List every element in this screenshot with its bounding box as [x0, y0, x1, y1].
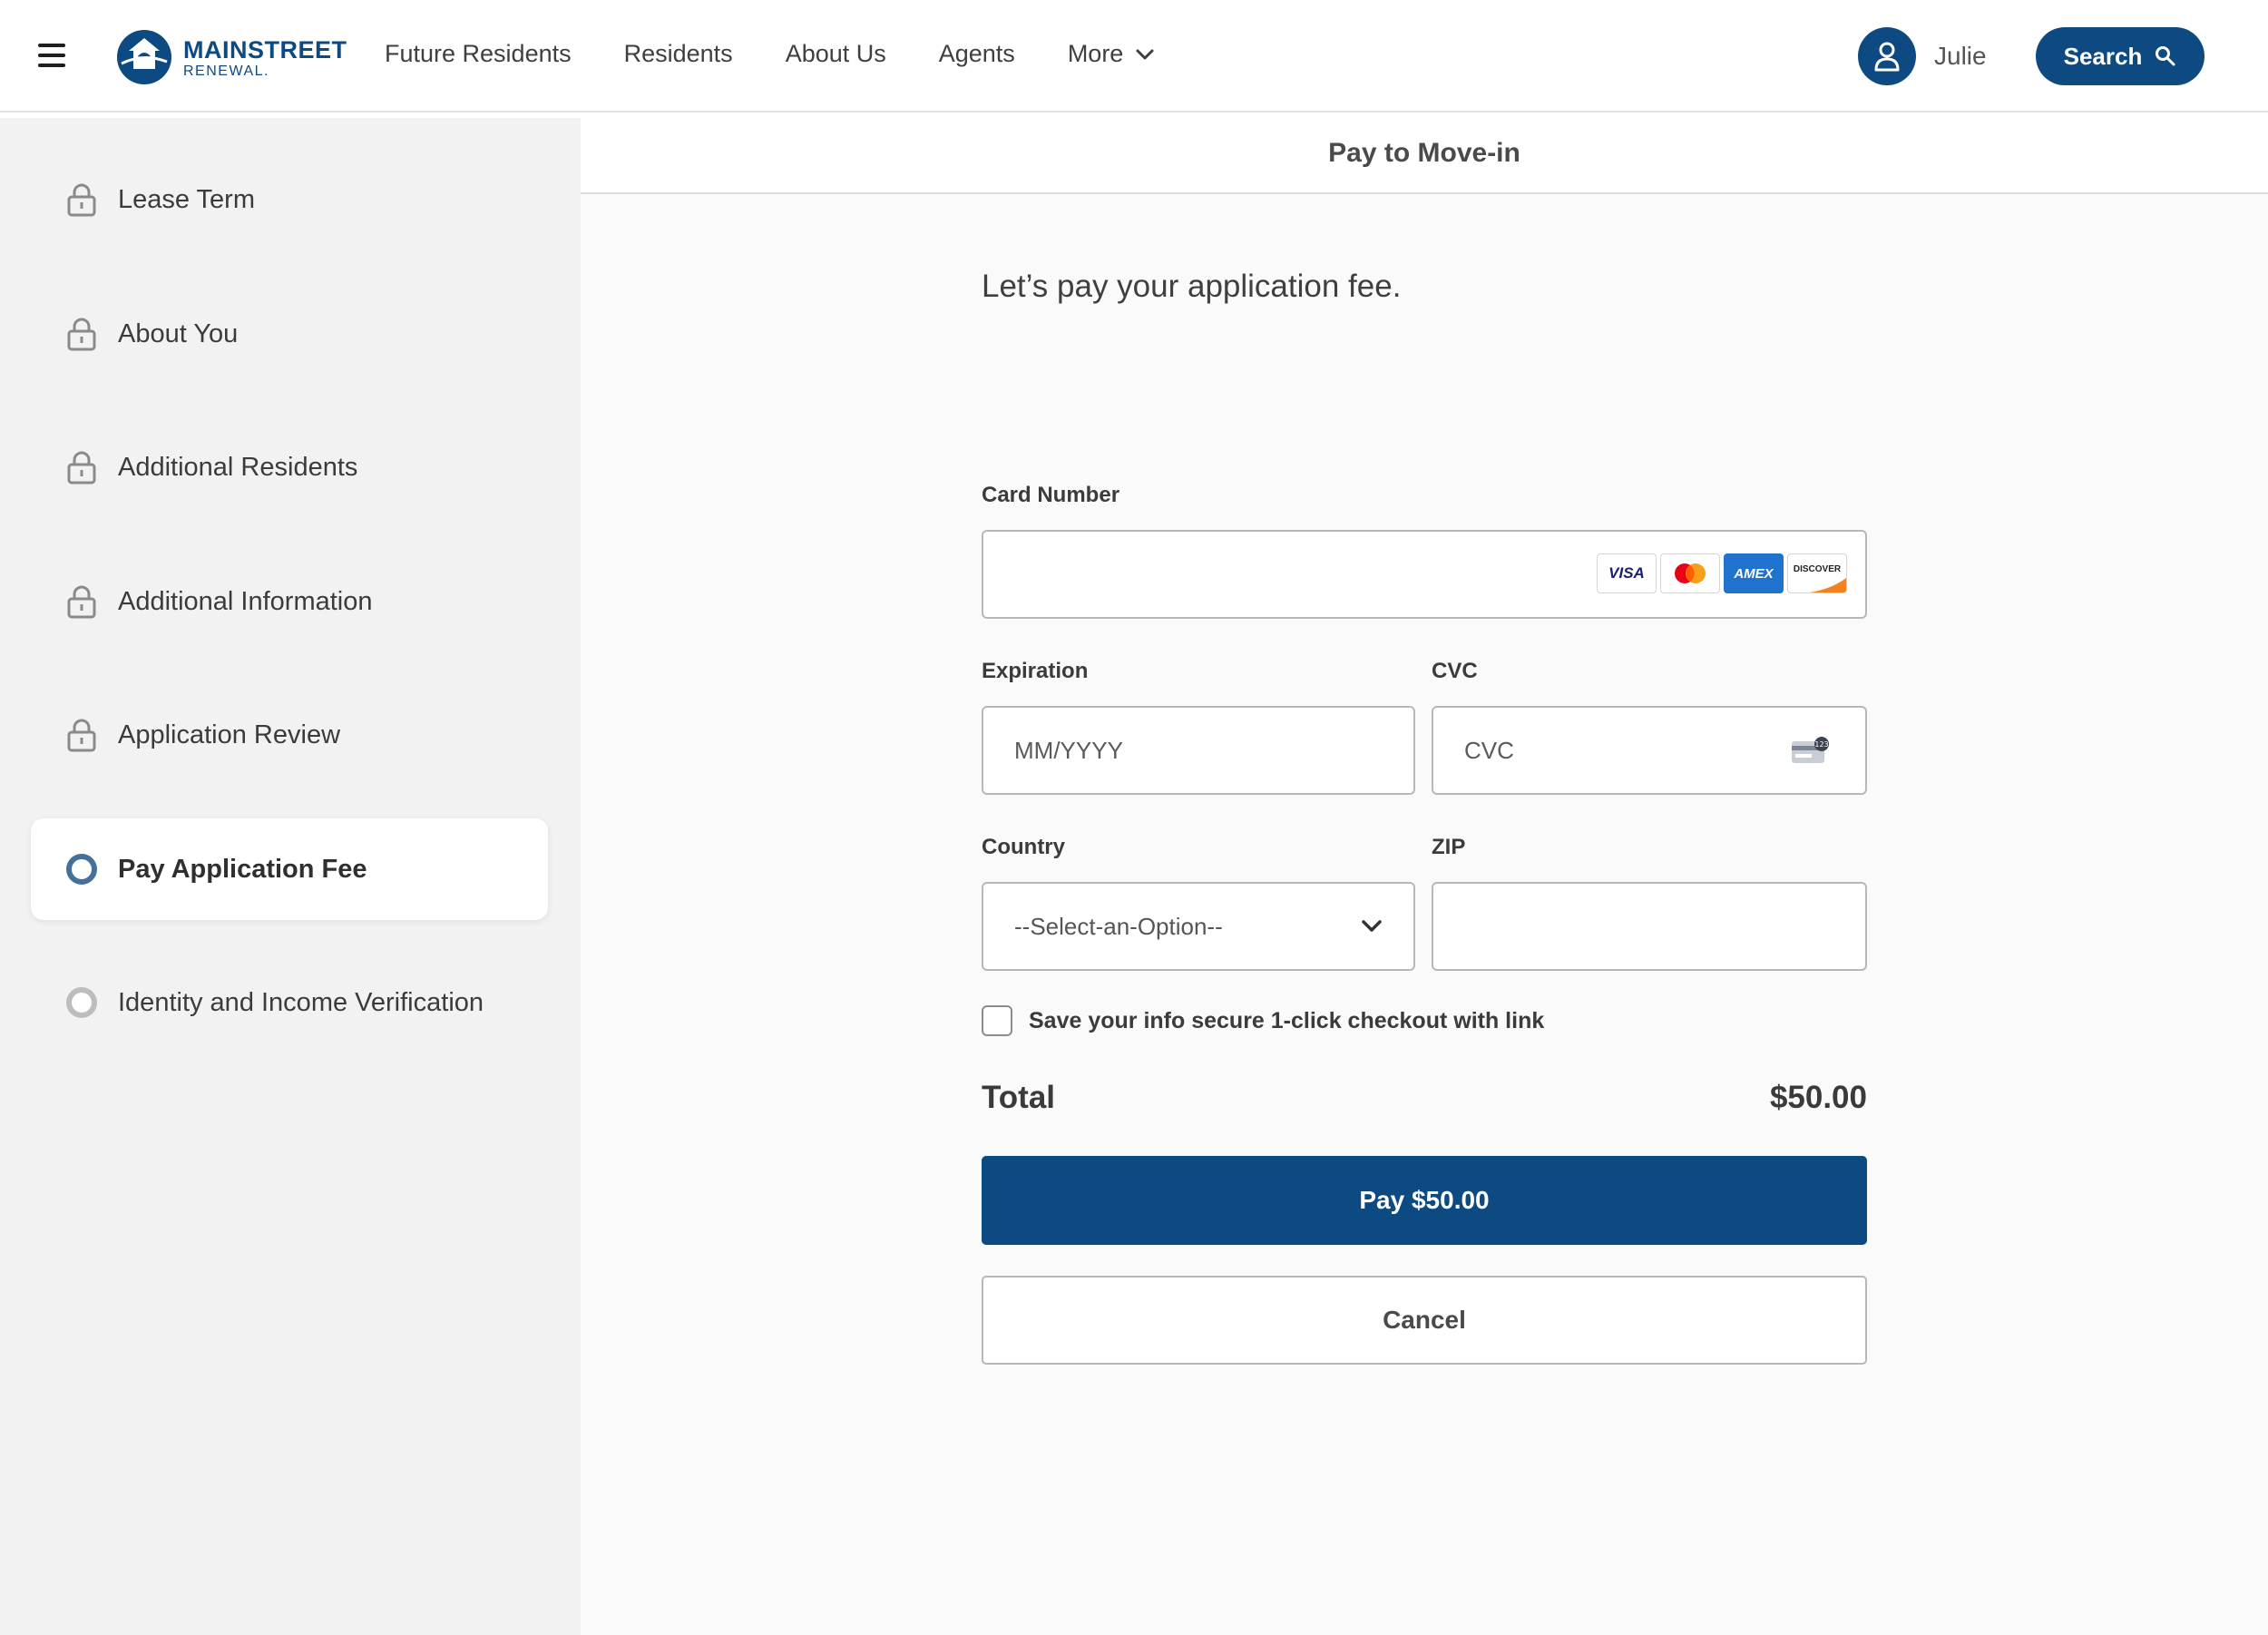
cvc-card-icon: 123	[1792, 737, 1829, 763]
logo-mark-icon	[117, 30, 171, 84]
step-label: Additional Residents	[118, 452, 358, 482]
card-number-label: Card Number	[982, 483, 1120, 507]
step-label: Lease Term	[118, 184, 255, 214]
discover-icon: DISCOVER	[1787, 553, 1847, 593]
step-additional-residents[interactable]: Additional Residents	[31, 416, 548, 518]
step-label: Application Review	[118, 720, 341, 749]
page-title: Pay to Move-in	[1328, 138, 1520, 168]
country-select-value: --Select-an-Option--	[1014, 912, 1223, 940]
page-header: Pay to Move-in	[581, 114, 2268, 194]
lock-icon	[65, 719, 98, 752]
expiration-label: Expiration	[982, 659, 1089, 683]
amex-icon: AMEX	[1724, 553, 1784, 593]
zip-label: ZIP	[1432, 835, 1466, 859]
user-name: Julie	[1934, 42, 1987, 70]
lock-icon	[65, 183, 98, 217]
nav-future-residents[interactable]: Future Residents	[385, 40, 572, 68]
svg-text:123: 123	[1814, 740, 1828, 749]
step-label: Additional Information	[118, 586, 373, 616]
user-account[interactable]: Julie	[1858, 27, 1987, 85]
nav-more-label: More	[1067, 40, 1124, 67]
step-label: About You	[118, 318, 239, 348]
step-pay-application-fee[interactable]: Pay Application Fee	[31, 818, 548, 920]
card-brand-logos: VISA AMEX DISCOVER	[1593, 553, 1847, 593]
zip-input[interactable]	[1432, 882, 1867, 971]
user-avatar	[1858, 27, 1916, 85]
pending-step-ring-icon	[65, 986, 98, 1019]
lock-icon	[65, 451, 98, 485]
application-steps-sidebar: Lease Term About You Additional Resident…	[0, 118, 581, 1635]
save-info-label: Save your info secure 1-click checkout w…	[1029, 1008, 1545, 1033]
search-icon	[2156, 46, 2175, 66]
pay-button[interactable]: Pay $50.00	[982, 1156, 1867, 1245]
visa-icon: VISA	[1597, 553, 1657, 593]
main-content: Pay to Move-in Let’s pay your applicatio…	[581, 114, 2268, 1635]
save-info-checkbox[interactable]	[982, 1005, 1012, 1036]
brand-logo[interactable]: MAINSTREET RENEWAL.	[116, 27, 352, 85]
total-label: Total	[982, 1080, 1056, 1115]
total-amount: $50.00	[1769, 1080, 1867, 1115]
country-select[interactable]: --Select-an-Option--	[982, 882, 1415, 971]
country-label: Country	[982, 835, 1065, 859]
active-step-ring-icon	[65, 853, 98, 886]
expiration-input[interactable]	[982, 706, 1415, 795]
cvc-wrapper: 123	[1432, 706, 1867, 795]
user-icon	[1874, 42, 1900, 72]
cancel-button[interactable]: Cancel	[982, 1276, 1867, 1365]
main-nav: Future Residents Residents About Us Agen…	[385, 40, 1207, 68]
step-additional-information[interactable]: Additional Information	[31, 551, 548, 652]
step-identity-income-verification[interactable]: Identity and Income Verification	[31, 952, 548, 1053]
step-about-you[interactable]: About You	[31, 283, 548, 385]
step-application-review[interactable]: Application Review	[31, 684, 548, 786]
nav-agents[interactable]: Agents	[939, 40, 1015, 68]
hamburger-menu-icon[interactable]	[38, 44, 65, 67]
form-heading: Let’s pay your application fee.	[982, 269, 1402, 304]
lock-icon	[65, 318, 98, 351]
nav-more[interactable]: More	[1068, 40, 1155, 68]
lock-icon	[65, 585, 98, 619]
cvc-label: CVC	[1432, 659, 1478, 683]
card-number-wrapper: VISA AMEX DISCOVER	[982, 530, 1867, 619]
nav-residents[interactable]: Residents	[624, 40, 733, 68]
payment-form: Let’s pay your application fee. Card Num…	[982, 269, 1867, 1365]
step-label: Pay Application Fee	[118, 854, 367, 884]
chevron-down-icon	[1362, 920, 1382, 932]
search-button[interactable]: Search	[2036, 27, 2204, 85]
step-lease-term[interactable]: Lease Term	[31, 149, 548, 250]
logo-wordmark: MAINSTREET	[183, 36, 347, 64]
nav-about-us[interactable]: About Us	[786, 40, 886, 68]
top-header: MAINSTREET RENEWAL. Future Residents Res…	[0, 0, 2268, 113]
logo-subwordmark: RENEWAL.	[183, 64, 269, 79]
chevron-down-icon	[1136, 49, 1154, 59]
mastercard-icon	[1660, 553, 1720, 593]
step-label: Identity and Income Verification	[118, 987, 484, 1017]
search-button-label: Search	[2063, 42, 2143, 70]
